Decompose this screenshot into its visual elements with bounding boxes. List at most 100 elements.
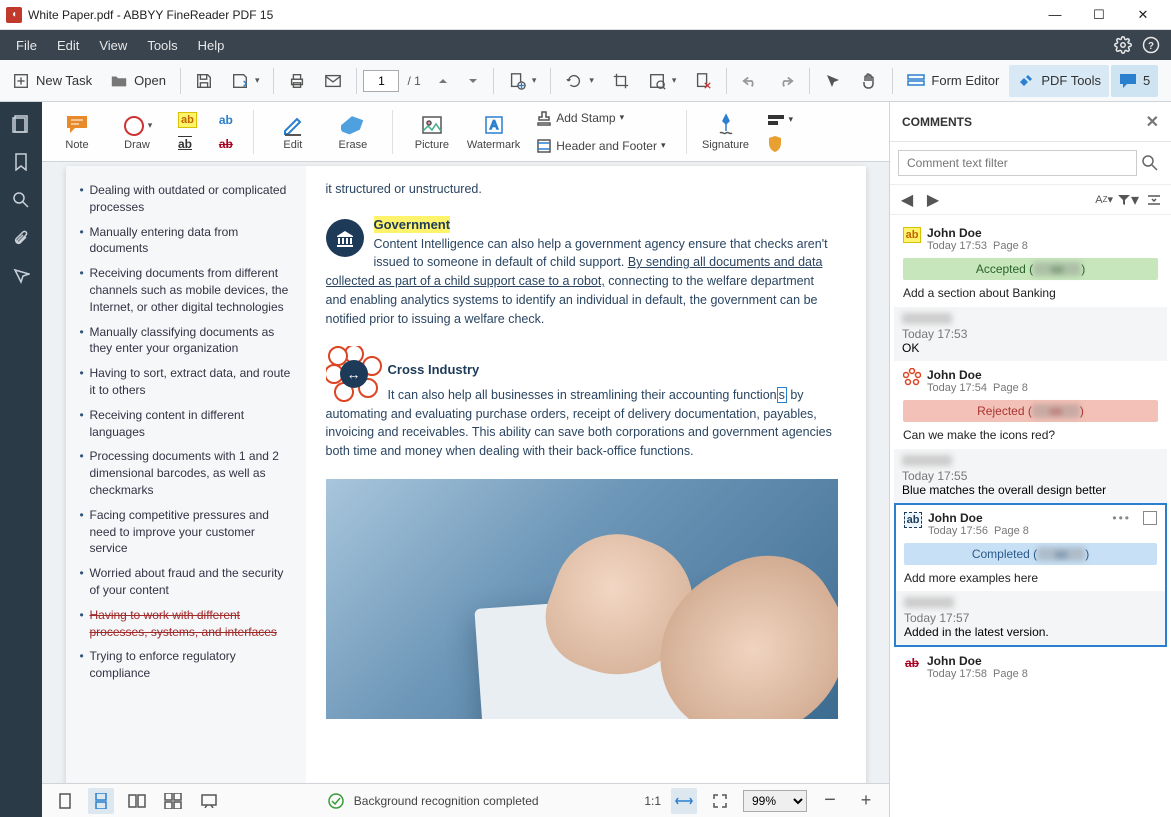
email-button[interactable] bbox=[316, 65, 350, 97]
new-task-button[interactable]: New Task bbox=[4, 65, 100, 97]
attachments-panel-button[interactable] bbox=[3, 220, 39, 256]
close-comments-button[interactable]: ✕ bbox=[1146, 112, 1159, 132]
highlight-tool[interactable]: ab bbox=[172, 110, 203, 130]
comment-prev-button[interactable]: ◀ bbox=[896, 189, 918, 211]
comment-card[interactable]: abJohn DoeToday 17:56 Page 8•••Completed… bbox=[896, 505, 1165, 591]
minimize-button[interactable]: — bbox=[1033, 1, 1077, 29]
gov-heading: Government bbox=[374, 216, 451, 233]
open-button[interactable]: Open bbox=[102, 65, 174, 97]
recognition-status-label: Background recognition completed bbox=[354, 794, 539, 808]
menu-file[interactable]: File bbox=[6, 34, 47, 57]
note-tool[interactable]: Note bbox=[52, 105, 102, 159]
comment-card[interactable]: John DoeToday 17:54 Page 8Rejected (xx)C… bbox=[894, 361, 1167, 449]
draw-icon bbox=[122, 114, 146, 138]
save-as-button[interactable]: ▾ bbox=[223, 65, 268, 97]
add-stamp-tool[interactable]: Add Stamp▾ bbox=[530, 108, 671, 128]
erase-tool[interactable]: Erase bbox=[328, 105, 378, 159]
ocr-button[interactable]: ▾ bbox=[640, 65, 685, 97]
select-tool-button[interactable] bbox=[816, 65, 850, 97]
pdf-tools-button[interactable]: PDF Tools bbox=[1009, 65, 1109, 97]
bookmarks-panel-button[interactable] bbox=[3, 144, 39, 180]
doc-bullet-item: Manually entering data from documents bbox=[80, 224, 292, 258]
hand-tool-button[interactable] bbox=[852, 65, 886, 97]
edit-tool[interactable]: Edit bbox=[268, 105, 318, 159]
note-label: Note bbox=[65, 139, 88, 151]
new-task-icon bbox=[12, 72, 30, 90]
menu-edit[interactable]: Edit bbox=[47, 34, 89, 57]
settings-gear-icon[interactable] bbox=[1109, 31, 1137, 59]
comment-card[interactable]: abJohn DoeToday 17:58 Page 8 bbox=[894, 647, 1167, 687]
comment-card[interactable]: abJohn DoeToday 17:53 Page 8Accepted (xx… bbox=[894, 219, 1167, 307]
strikeout-tool[interactable]: ab bbox=[213, 134, 239, 154]
document-page: Dealing with outdated or complicated pro… bbox=[66, 166, 866, 783]
doc-bullet-item: Receiving content in different languages bbox=[80, 407, 292, 441]
close-button[interactable]: ✕ bbox=[1121, 1, 1165, 29]
left-sidebar bbox=[0, 102, 42, 817]
redact-tool[interactable]: ▾ bbox=[761, 110, 800, 130]
header-footer-tool[interactable]: Header and Footer▾ bbox=[530, 136, 671, 156]
comment-reply[interactable]: Today 17:57Added in the latest version. bbox=[896, 591, 1165, 645]
filter-button[interactable]: ▾ bbox=[1117, 189, 1139, 211]
view-two-continuous-button[interactable] bbox=[160, 788, 186, 814]
doc-bullet-item: Worried about fraud and the security of … bbox=[80, 565, 292, 599]
pages-panel-button[interactable] bbox=[3, 106, 39, 142]
comment-reply[interactable]: Today 17:53OK bbox=[894, 307, 1167, 361]
underline-tool[interactable]: ab bbox=[172, 134, 203, 154]
header-footer-label: Header and Footer bbox=[556, 139, 657, 153]
menu-help[interactable]: Help bbox=[188, 34, 235, 57]
form-editor-icon bbox=[907, 72, 925, 90]
signatures-panel-button[interactable] bbox=[3, 258, 39, 294]
fit-page-button[interactable] bbox=[707, 788, 733, 814]
watermark-tool[interactable]: AWatermark bbox=[467, 105, 520, 159]
search-panel-button[interactable] bbox=[3, 182, 39, 218]
page-number-input[interactable] bbox=[363, 70, 399, 92]
view-presentation-button[interactable] bbox=[196, 788, 222, 814]
zoom-ratio-label[interactable]: 1:1 bbox=[644, 794, 661, 808]
redo-button[interactable] bbox=[769, 65, 803, 97]
form-editor-button[interactable]: Form Editor bbox=[899, 65, 1007, 97]
comment-menu-button[interactable]: ••• bbox=[1112, 511, 1131, 525]
maximize-button[interactable]: ☐ bbox=[1077, 1, 1121, 29]
doc-bullet-item: Facing competitive pressures and need to… bbox=[80, 507, 292, 557]
stamp-icon bbox=[536, 110, 552, 126]
view-continuous-button[interactable] bbox=[88, 788, 114, 814]
page-down-button[interactable] bbox=[459, 65, 487, 97]
comment-type-icon bbox=[903, 368, 921, 386]
protect-tool[interactable] bbox=[761, 134, 800, 154]
help-icon[interactable]: ? bbox=[1137, 31, 1165, 59]
zoom-out-button[interactable]: − bbox=[817, 788, 843, 814]
folder-open-icon bbox=[110, 72, 128, 90]
comments-list[interactable]: abJohn DoeToday 17:53 Page 8Accepted (xx… bbox=[890, 215, 1171, 817]
fit-width-button[interactable] bbox=[671, 788, 697, 814]
svg-text:?: ? bbox=[1148, 41, 1154, 52]
menu-tools[interactable]: Tools bbox=[137, 34, 187, 57]
view-single-button[interactable] bbox=[52, 788, 78, 814]
comments-filter-input[interactable] bbox=[898, 150, 1137, 176]
comment-reply[interactable]: Today 17:55Blue matches the overall desi… bbox=[894, 449, 1167, 503]
comment-next-button[interactable]: ▶ bbox=[922, 189, 944, 211]
draw-tool[interactable]: ▾ bbox=[112, 113, 162, 139]
zoom-select[interactable]: 99% bbox=[743, 790, 807, 812]
zoom-in-button[interactable]: + bbox=[853, 788, 879, 814]
menu-view[interactable]: View bbox=[89, 34, 137, 57]
print-button[interactable] bbox=[280, 65, 314, 97]
sort-az-button[interactable]: AZ▾ bbox=[1095, 189, 1113, 211]
add-page-button[interactable]: ▾ bbox=[500, 65, 545, 97]
signature-tool[interactable]: Signature bbox=[701, 105, 751, 159]
page-up-button[interactable] bbox=[429, 65, 457, 97]
comment-checkbox[interactable] bbox=[1143, 511, 1157, 525]
rotate-button[interactable]: ▾ bbox=[557, 65, 602, 97]
undo-button[interactable] bbox=[733, 65, 767, 97]
picture-tool[interactable]: Picture bbox=[407, 105, 457, 159]
crop-button[interactable] bbox=[604, 65, 638, 97]
search-icon[interactable] bbox=[1137, 150, 1163, 176]
delete-page-button[interactable] bbox=[686, 65, 720, 97]
document-scroll-area[interactable]: Dealing with outdated or complicated pro… bbox=[42, 162, 889, 783]
comments-toggle-button[interactable]: 5 bbox=[1111, 65, 1158, 97]
insert-text-tool[interactable]: ab bbox=[213, 110, 239, 130]
signature-label: Signature bbox=[702, 139, 749, 151]
app-icon: ◖ bbox=[6, 7, 22, 23]
collapse-all-button[interactable] bbox=[1143, 189, 1165, 211]
save-button[interactable] bbox=[187, 65, 221, 97]
view-two-page-button[interactable] bbox=[124, 788, 150, 814]
